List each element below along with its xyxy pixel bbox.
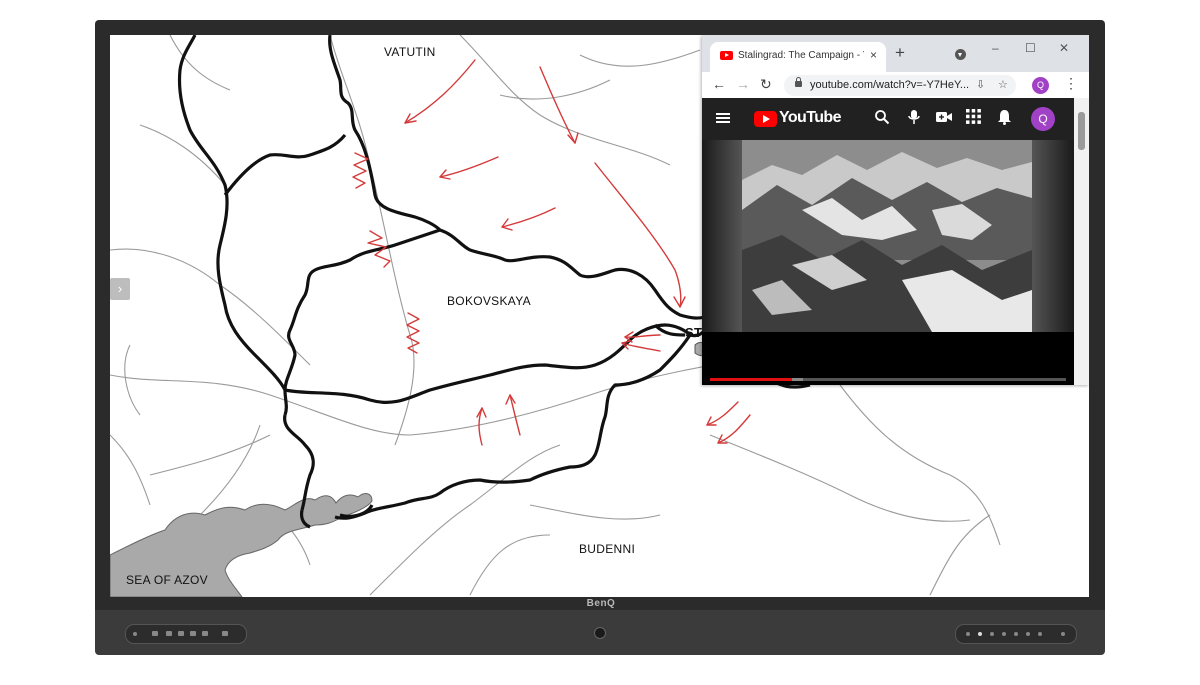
url-text: youtube.com/watch?v=-Y7HeY...: [810, 79, 970, 91]
usb-port: [178, 631, 184, 636]
front-control-panel: [955, 624, 1077, 644]
close-window-button[interactable]: ✕: [1059, 41, 1069, 55]
install-app-icon[interactable]: ⇩: [976, 78, 985, 91]
tab-search-icon[interactable]: [955, 49, 966, 60]
minimize-button[interactable]: –: [992, 41, 999, 55]
usb-port: [166, 631, 172, 636]
browser-tab-bar: Stalingrad: The Campaign - You × + – ☐ ✕: [702, 35, 1089, 72]
map-label-budenni: BUDENNI: [579, 542, 636, 556]
notifications-bell-icon[interactable]: [997, 109, 1012, 130]
youtube-favicon-icon: [720, 51, 733, 60]
browser-menu-icon[interactable]: ⋮: [1064, 75, 1078, 92]
lock-icon[interactable]: [795, 77, 802, 87]
control-button[interactable]: [1002, 632, 1006, 636]
control-button[interactable]: [978, 632, 982, 636]
map-label-vatutin: VATUTIN: [384, 45, 436, 59]
map-label-st: ST: [685, 325, 703, 340]
control-button[interactable]: [1014, 632, 1018, 636]
red-arrows: [352, 59, 751, 446]
control-button[interactable]: [1026, 632, 1030, 636]
power-button[interactable]: [966, 632, 970, 636]
tab-close-icon[interactable]: ×: [870, 48, 877, 62]
usb-c-port: [202, 631, 208, 636]
control-button[interactable]: [990, 632, 994, 636]
maximize-button[interactable]: ☐: [1025, 41, 1036, 55]
video-progress-fill: [710, 378, 792, 381]
youtube-header: YouTube Q: [702, 98, 1074, 140]
camera-icon: [594, 627, 606, 639]
scrollbar-thumb[interactable]: [1078, 112, 1085, 150]
map-label-bokovskaya: BOKOVSKAYA: [447, 294, 531, 308]
map-label-sea-of-azov: SEA OF AZOV: [126, 573, 208, 587]
video-progress-bar[interactable]: [710, 378, 1066, 381]
new-tab-button[interactable]: +: [895, 44, 905, 61]
video-player[interactable]: [702, 140, 1074, 385]
browser-window: Stalingrad: The Campaign - You × + – ☐ ✕…: [702, 35, 1089, 385]
display-screen: VATUTIN BOKOVSKAYA ST BUDENNI SEA OF AZO…: [110, 35, 1089, 597]
sensor-indicator: [1061, 632, 1065, 636]
nfc-icon: [222, 631, 228, 636]
control-button[interactable]: [1038, 632, 1042, 636]
tab-title: Stalingrad: The Campaign - You: [738, 50, 864, 61]
youtube-logo-icon[interactable]: [754, 111, 777, 127]
bookmark-star-icon[interactable]: ☆: [998, 78, 1008, 91]
forward-button[interactable]: →: [736, 76, 750, 92]
left-edge-expand-button[interactable]: ›: [110, 278, 130, 300]
browser-toolbar: ← → ↻ youtube.com/watch?v=-Y7HeY... ⇩ ☆ …: [702, 72, 1089, 98]
browser-tab[interactable]: Stalingrad: The Campaign - You ×: [710, 42, 886, 72]
brand-logo: BenQ: [586, 598, 616, 609]
hdmi-port: [190, 631, 196, 636]
apps-grid-icon[interactable]: [966, 109, 981, 129]
search-icon[interactable]: [874, 109, 890, 130]
port-indicator: [133, 632, 137, 636]
address-bar[interactable]: youtube.com/watch?v=-Y7HeY... ⇩ ☆: [784, 75, 1016, 96]
front-port-panel: [125, 624, 247, 644]
youtube-account-avatar[interactable]: Q: [1031, 107, 1055, 131]
usb-port: [152, 631, 158, 636]
hamburger-menu-icon[interactable]: [716, 113, 730, 123]
video-frame-mountains[interactable]: [702, 140, 1074, 332]
microphone-icon[interactable]: [907, 109, 921, 130]
reload-button[interactable]: ↻: [760, 76, 772, 92]
youtube-logo-text[interactable]: YouTube: [779, 109, 841, 127]
page-scrollbar[interactable]: [1074, 98, 1089, 385]
back-button[interactable]: ←: [712, 76, 726, 92]
profile-button[interactable]: Q: [1032, 77, 1049, 94]
create-video-icon[interactable]: [935, 109, 953, 130]
